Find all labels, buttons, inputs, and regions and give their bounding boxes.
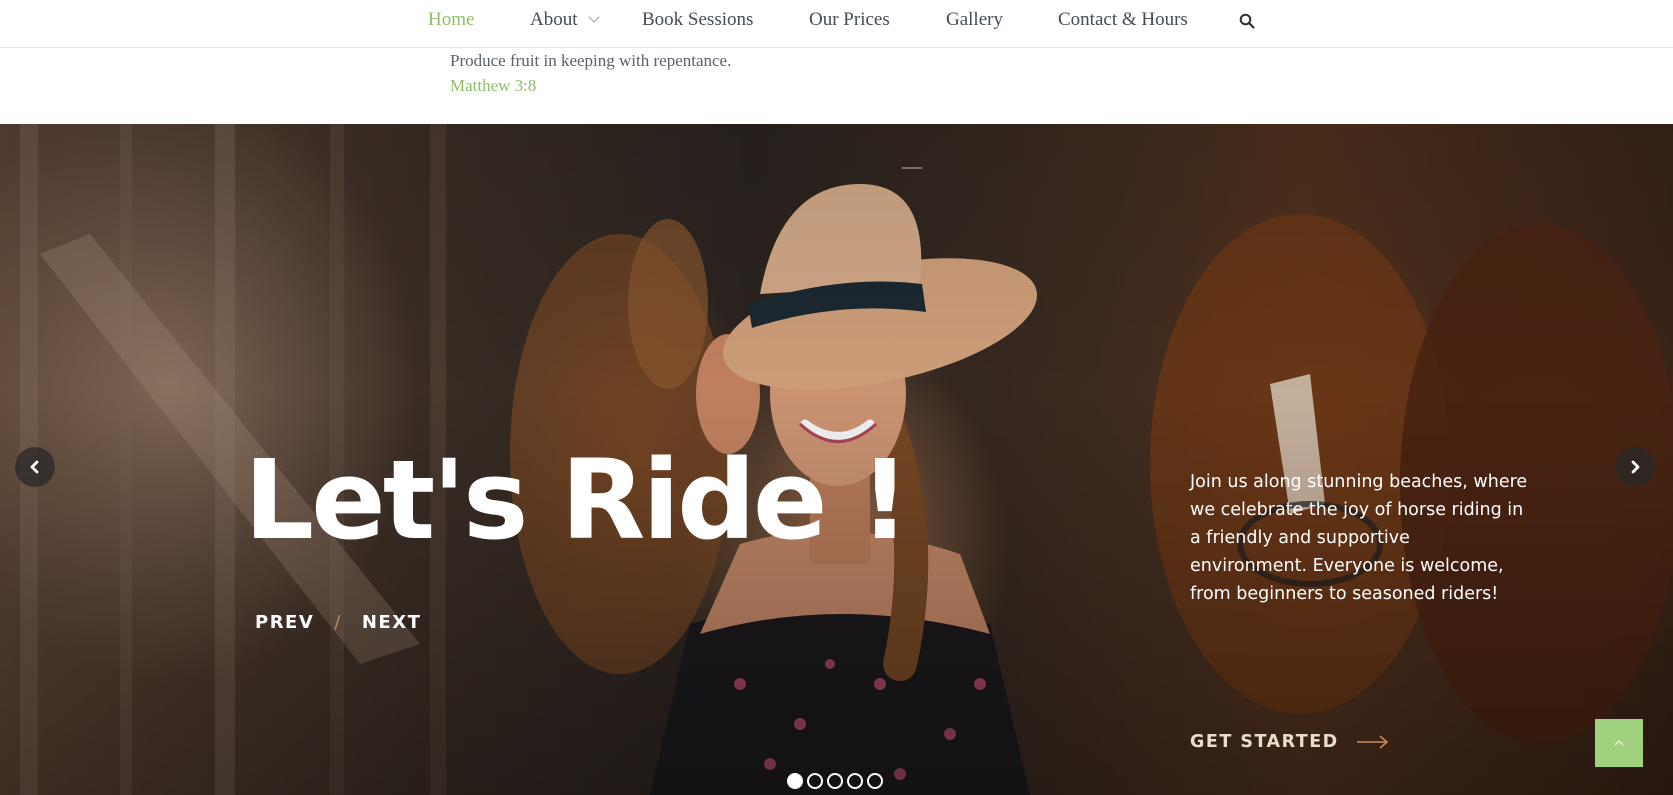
nav-item-our-prices[interactable]: Our Prices xyxy=(809,8,890,32)
slider-pagination xyxy=(787,773,883,789)
slider-dot-3[interactable] xyxy=(827,773,843,789)
slide-description: Join us along stunning beaches, where we… xyxy=(1190,472,1528,604)
slider-prev-arrow[interactable] xyxy=(15,447,55,487)
nav-item-book-sessions[interactable]: Book Sessions xyxy=(642,8,753,32)
prev-next-controls: PREV / NEXT xyxy=(255,612,421,633)
prev-next-separator: / xyxy=(334,612,342,633)
get-started-button[interactable]: GET STARTED xyxy=(1190,732,1389,752)
slider-dot-4[interactable] xyxy=(847,773,863,789)
nav-item-gallery[interactable]: Gallery xyxy=(946,8,1003,32)
back-to-top-button[interactable] xyxy=(1595,719,1643,767)
slider-dot-5[interactable] xyxy=(867,773,883,789)
nav-item-home[interactable]: Home xyxy=(428,8,474,32)
slider-dot-1[interactable] xyxy=(787,773,803,789)
chevron-down-icon xyxy=(587,11,600,23)
slider-dot-2[interactable] xyxy=(807,773,823,789)
slide-indicator-dash xyxy=(902,167,922,169)
main-navigation: Home About Book Sessions Our Prices Gall… xyxy=(0,0,1673,48)
verse-text: Produce fruit in keeping with repentance… xyxy=(450,51,732,70)
verse-reference: Matthew 3:8 xyxy=(450,76,537,95)
slider-next-arrow[interactable] xyxy=(1615,447,1655,487)
nav-item-about[interactable]: About xyxy=(530,8,600,32)
arrow-right-icon xyxy=(1356,735,1388,749)
hero-slider: Let's Ride ! PREV / NEXT Join us along stu… xyxy=(0,124,1673,795)
next-link[interactable]: NEXT xyxy=(362,612,422,633)
slide-title: Let's Ride ! xyxy=(244,436,910,564)
get-started-label: GET STARTED xyxy=(1190,732,1339,752)
chevron-up-icon xyxy=(1614,740,1624,746)
nav-item-about-label: About xyxy=(530,9,578,30)
chevron-left-icon xyxy=(30,460,39,474)
chevron-right-icon xyxy=(1631,460,1640,474)
nav-item-contact-hours[interactable]: Contact & Hours xyxy=(1058,8,1188,32)
search-icon[interactable] xyxy=(1239,13,1255,29)
prev-link[interactable]: PREV xyxy=(255,612,314,633)
